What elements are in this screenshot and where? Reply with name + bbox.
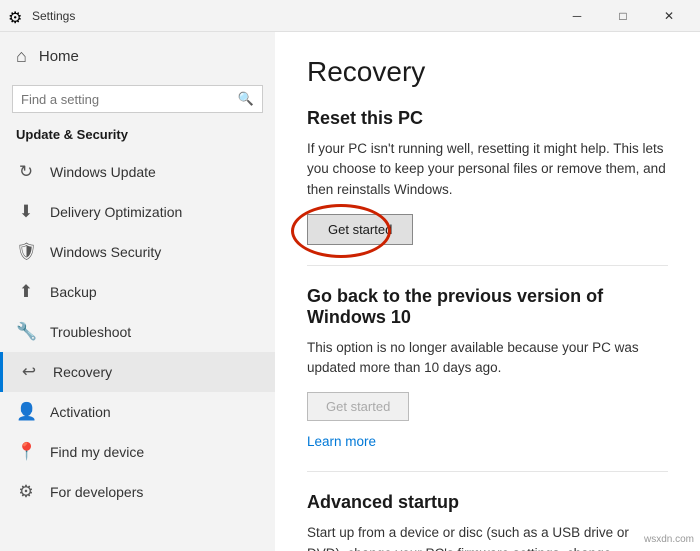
- sidebar-item-windows-security[interactable]: 🛡 Windows Security: [0, 232, 275, 272]
- go-back-get-started-button[interactable]: Get started: [307, 392, 409, 421]
- search-input[interactable]: [21, 92, 232, 107]
- sidebar-item-backup[interactable]: ⬆ Backup: [0, 272, 275, 312]
- settings-icon: ⚙: [8, 8, 24, 24]
- titlebar-title: Settings: [32, 9, 75, 23]
- section-advanced-startup: Advanced startup Start up from a device …: [307, 492, 668, 551]
- sidebar-item-windows-update[interactable]: ↻ Windows Update: [0, 152, 275, 192]
- titlebar-controls: ─ □ ✕: [554, 0, 692, 32]
- titlebar-left: ⚙ Settings: [8, 8, 75, 24]
- content-area: Recovery Reset this PC If your PC isn't …: [275, 32, 700, 551]
- sidebar-item-label: Recovery: [53, 364, 112, 380]
- reset-pc-text: If your PC isn't running well, resetting…: [307, 139, 668, 200]
- sidebar-item-for-developers[interactable]: ⚙ For developers: [0, 472, 275, 512]
- app-body: ⌂ Home 🔍 Update & Security ↻ Windows Upd…: [0, 32, 700, 551]
- sidebar-item-home[interactable]: ⌂ Home: [0, 32, 275, 81]
- sidebar-item-find-my-device[interactable]: 📍 Find my device: [0, 432, 275, 472]
- sidebar-section-title: Update & Security: [0, 121, 275, 152]
- advanced-startup-text: Start up from a device or disc (such as …: [307, 523, 668, 551]
- section-reset-pc: Reset this PC If your PC isn't running w…: [307, 108, 668, 245]
- windows-security-icon: 🛡: [16, 242, 36, 262]
- minimize-button[interactable]: ─: [554, 0, 600, 32]
- divider-1: [307, 265, 668, 266]
- windows-update-icon: ↻: [16, 162, 36, 182]
- home-icon: ⌂: [16, 46, 27, 67]
- search-box[interactable]: 🔍: [12, 85, 263, 113]
- sidebar-item-troubleshoot[interactable]: 🔧 Troubleshoot: [0, 312, 275, 352]
- sidebar-item-label: Delivery Optimization: [50, 204, 182, 220]
- close-button[interactable]: ✕: [646, 0, 692, 32]
- sidebar-item-label: Backup: [50, 284, 97, 300]
- sidebar-item-delivery-optimization[interactable]: ⬇ Delivery Optimization: [0, 192, 275, 232]
- recovery-icon: ↩: [19, 362, 39, 382]
- learn-more-container: Learn more: [307, 433, 668, 451]
- watermark: wsxdn.com: [644, 534, 694, 545]
- sidebar-item-label: For developers: [50, 484, 143, 500]
- sidebar-item-label: Activation: [50, 404, 111, 420]
- backup-icon: ⬆: [16, 282, 36, 302]
- advanced-startup-heading: Advanced startup: [307, 492, 668, 513]
- sidebar-item-label: Troubleshoot: [50, 324, 131, 340]
- delivery-optimization-icon: ⬇: [16, 202, 36, 222]
- sidebar-item-label: Windows Security: [50, 244, 161, 260]
- reset-pc-get-started-button[interactable]: Get started: [307, 214, 413, 245]
- section-go-back: Go back to the previous version of Windo…: [307, 286, 668, 422]
- sidebar: ⌂ Home 🔍 Update & Security ↻ Windows Upd…: [0, 32, 275, 551]
- for-developers-icon: ⚙: [16, 482, 36, 502]
- home-label: Home: [39, 48, 79, 65]
- titlebar: ⚙ Settings ─ □ ✕: [0, 0, 700, 32]
- go-back-heading: Go back to the previous version of Windo…: [307, 286, 668, 328]
- page-title: Recovery: [307, 56, 668, 88]
- reset-pc-heading: Reset this PC: [307, 108, 668, 129]
- find-my-device-icon: 📍: [16, 442, 36, 462]
- learn-more-link[interactable]: Learn more: [307, 434, 376, 449]
- sidebar-item-label: Windows Update: [50, 164, 156, 180]
- go-back-text: This option is no longer available becau…: [307, 338, 668, 379]
- troubleshoot-icon: 🔧: [16, 322, 36, 342]
- divider-2: [307, 471, 668, 472]
- sidebar-item-recovery[interactable]: ↩ Recovery: [0, 352, 275, 392]
- maximize-button[interactable]: □: [600, 0, 646, 32]
- sidebar-item-label: Find my device: [50, 444, 144, 460]
- sidebar-item-activation[interactable]: 👤 Activation: [0, 392, 275, 432]
- search-icon: 🔍: [238, 91, 254, 107]
- activation-icon: 👤: [16, 402, 36, 422]
